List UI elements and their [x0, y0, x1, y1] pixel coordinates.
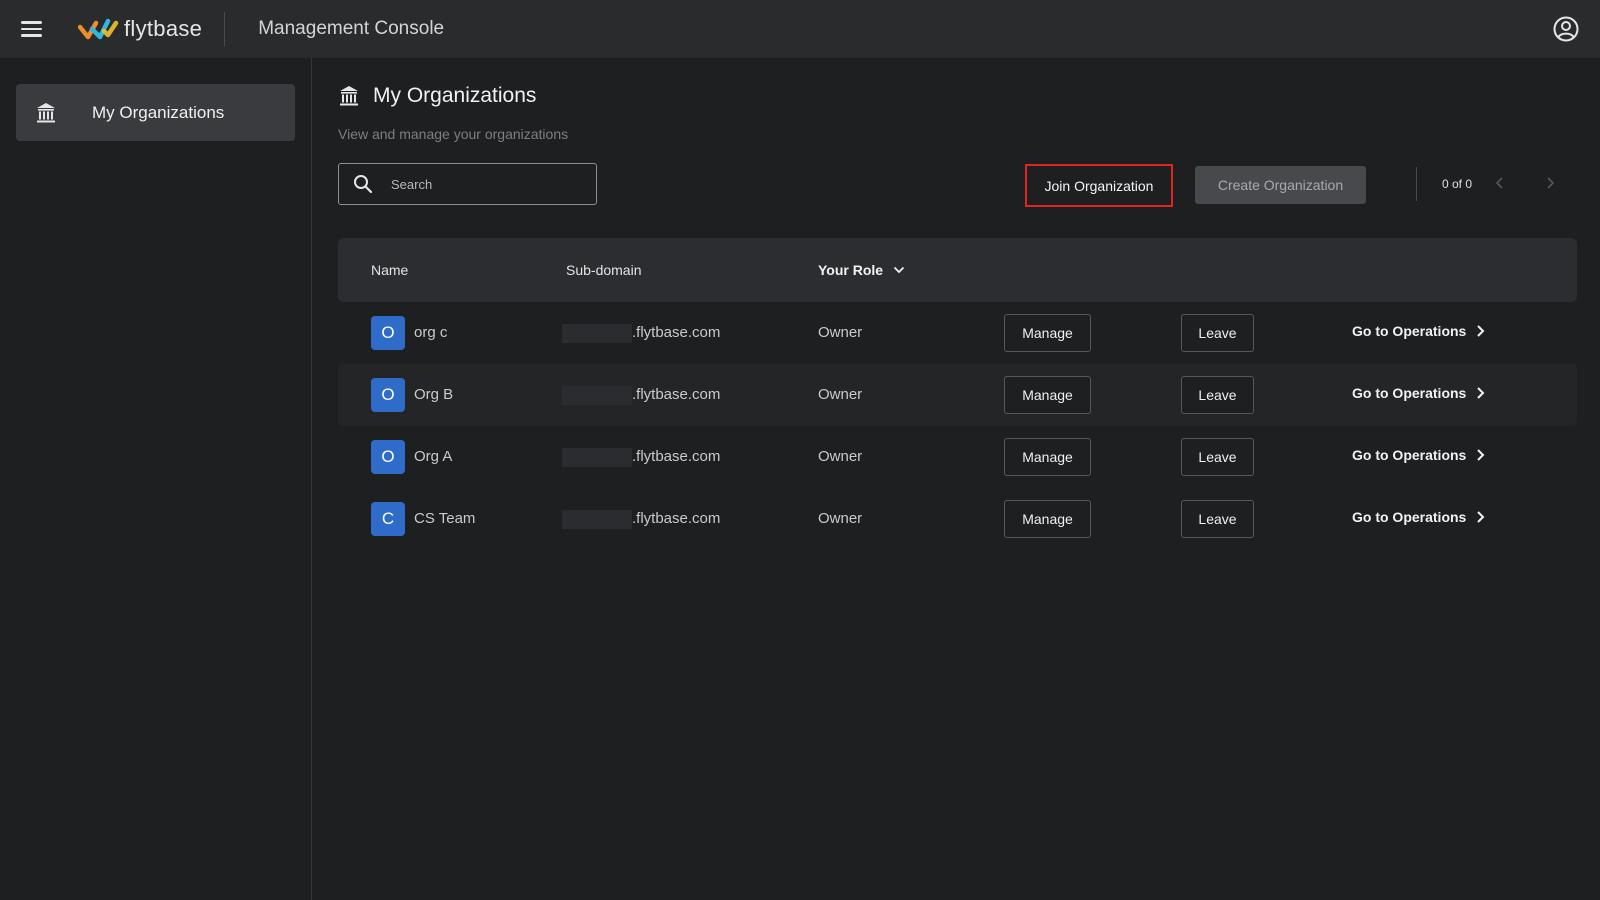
page-subtitle: View and manage your organizations	[338, 126, 569, 142]
leave-button[interactable]: Leave	[1181, 376, 1254, 414]
manage-button[interactable]: Manage	[1004, 500, 1091, 538]
search-box[interactable]	[338, 163, 597, 205]
main-content: My Organizations View and manage your or…	[313, 58, 1600, 900]
org-name: Org B	[414, 386, 454, 403]
manage-button[interactable]: Manage	[1004, 438, 1091, 476]
sidebar-item-label: My Organizations	[92, 102, 225, 122]
pagination-count: 0 of 0	[1442, 177, 1473, 191]
flytbase-logo-icon	[78, 18, 119, 40]
redacted-subdomain	[562, 510, 632, 529]
org-subdomain: .flytbase.com	[632, 448, 721, 465]
go-to-operations-label: Go to Operations	[1352, 385, 1467, 401]
bank-icon	[339, 85, 359, 107]
org-role: Owner	[818, 510, 863, 527]
go-to-operations-label: Go to Operations	[1352, 509, 1467, 525]
app-title: Management Console	[258, 18, 445, 39]
header-divider	[224, 12, 226, 46]
sidebar: My Organizations	[0, 58, 312, 900]
bank-icon	[36, 102, 56, 124]
org-avatar: O	[371, 378, 405, 412]
table-header: Name Sub-domain Your Role	[338, 238, 1577, 302]
search-icon	[354, 175, 373, 194]
chevron-right-icon[interactable]	[1543, 175, 1557, 191]
redacted-subdomain	[562, 448, 632, 467]
organizations-table: Name Sub-domain Your Role O org c .flytb…	[338, 238, 1577, 550]
table-row: C CS Team .flytbase.com Owner Manage Lea…	[338, 488, 1577, 550]
table-row: O Org A .flytbase.com Owner Manage Leave…	[338, 426, 1577, 488]
chevron-right-icon	[1477, 449, 1485, 461]
column-header-name: Name	[371, 262, 409, 278]
org-role: Owner	[818, 386, 863, 403]
leave-button[interactable]: Leave	[1181, 438, 1254, 476]
org-name: org c	[414, 324, 448, 341]
column-header-role-label: Your Role	[818, 262, 884, 278]
top-bar: flytbase Management Console	[0, 0, 1600, 58]
pager-divider	[1416, 167, 1417, 201]
redacted-subdomain	[562, 386, 632, 405]
chevron-right-icon	[1477, 325, 1485, 337]
chevron-right-icon	[1477, 387, 1485, 399]
flytbase-logo: flytbase	[78, 14, 202, 44]
go-to-operations-link[interactable]: Go to Operations	[1352, 385, 1485, 401]
go-to-operations-link[interactable]: Go to Operations	[1352, 447, 1485, 463]
hamburger-menu-icon[interactable]	[21, 17, 51, 41]
org-name: CS Team	[414, 510, 476, 527]
go-to-operations-link[interactable]: Go to Operations	[1352, 323, 1485, 339]
go-to-operations-link[interactable]: Go to Operations	[1352, 509, 1485, 525]
go-to-operations-label: Go to Operations	[1352, 323, 1467, 339]
create-organization-button[interactable]: Create Organization	[1195, 166, 1366, 204]
search-input[interactable]	[391, 176, 581, 192]
column-header-subdomain: Sub-domain	[566, 262, 642, 278]
org-avatar: O	[371, 440, 405, 474]
manage-button[interactable]: Manage	[1004, 376, 1091, 414]
leave-button[interactable]: Leave	[1181, 500, 1254, 538]
join-organization-button[interactable]: Join Organization	[1025, 164, 1173, 207]
sidebar-item-my-organizations[interactable]: My Organizations	[16, 84, 295, 141]
org-subdomain: .flytbase.com	[632, 386, 721, 403]
org-role: Owner	[818, 448, 863, 465]
org-role: Owner	[818, 324, 863, 341]
table-row: O Org B .flytbase.com Owner Manage Leave…	[338, 364, 1577, 426]
org-avatar: C	[371, 502, 405, 536]
redacted-subdomain	[562, 324, 632, 343]
user-profile-icon[interactable]	[1553, 16, 1579, 42]
org-subdomain: .flytbase.com	[632, 510, 721, 527]
brand-name: flytbase	[124, 16, 203, 41]
column-header-role[interactable]: Your Role	[818, 262, 905, 278]
org-subdomain: .flytbase.com	[632, 324, 721, 341]
page-title: My Organizations	[373, 84, 537, 107]
page-header: My Organizations	[339, 84, 536, 108]
go-to-operations-label: Go to Operations	[1352, 447, 1467, 463]
chevron-left-icon[interactable]	[1493, 175, 1507, 191]
leave-button[interactable]: Leave	[1181, 314, 1254, 352]
table-row: O org c .flytbase.com Owner Manage Leave…	[338, 302, 1577, 364]
org-name: Org A	[414, 448, 453, 465]
manage-button[interactable]: Manage	[1004, 314, 1091, 352]
org-avatar: O	[371, 316, 405, 350]
chevron-down-icon	[893, 266, 905, 274]
chevron-right-icon	[1477, 511, 1485, 523]
